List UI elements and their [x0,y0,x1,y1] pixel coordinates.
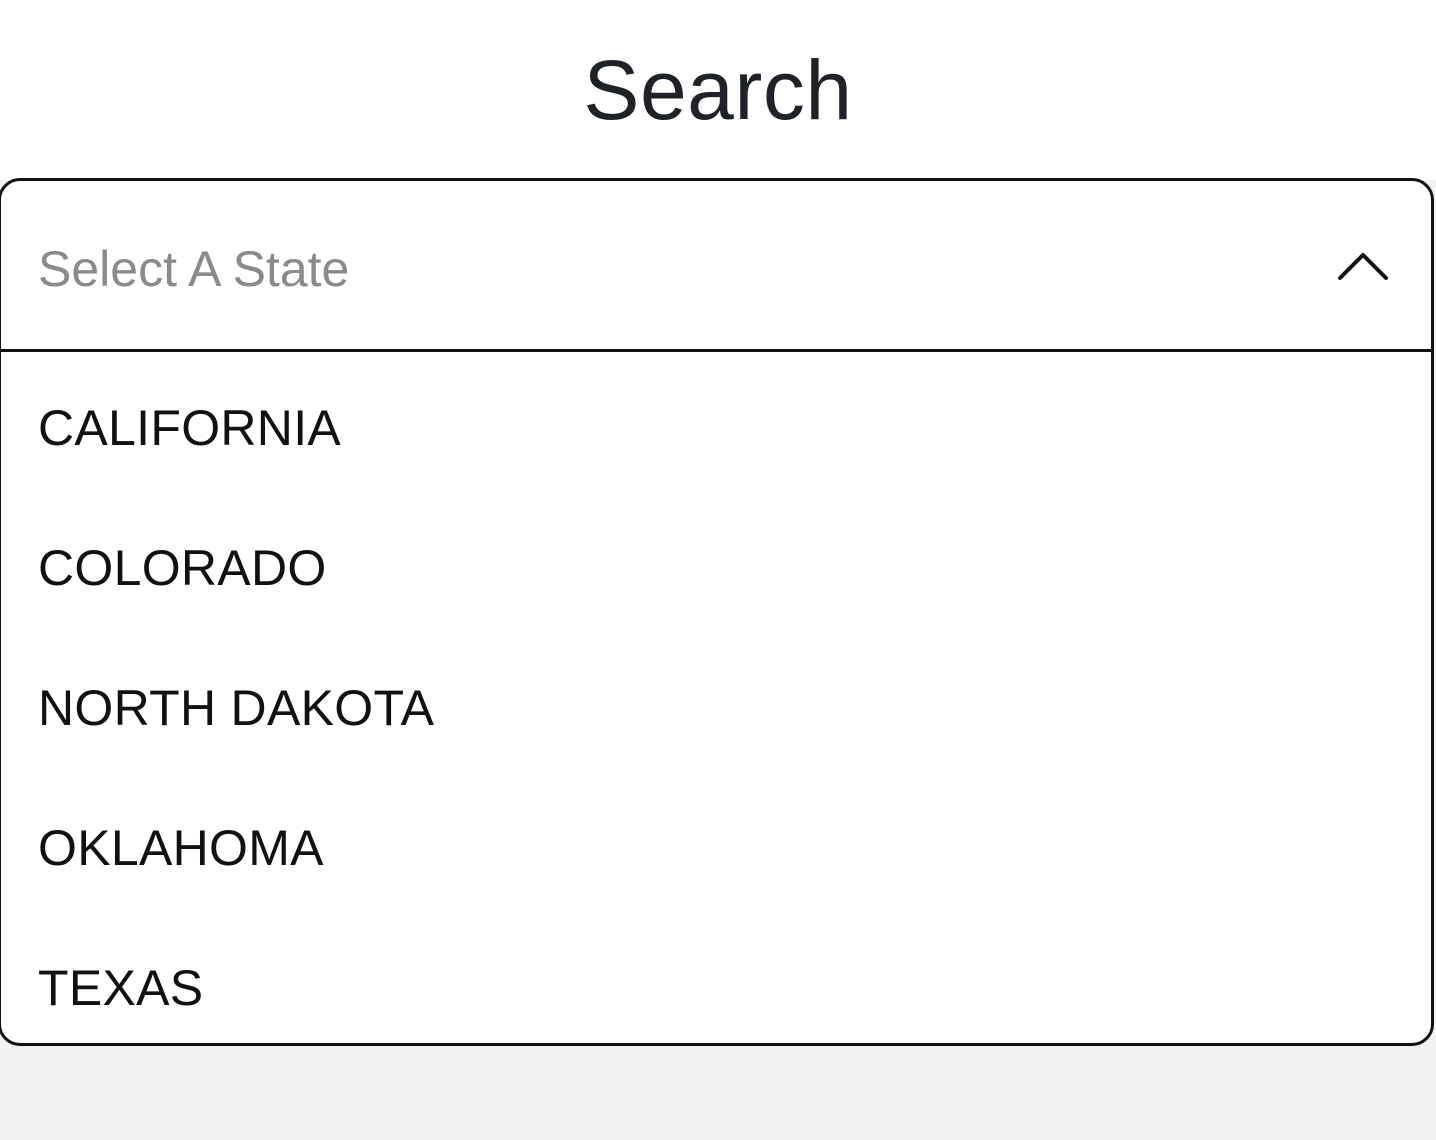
state-option-north-dakota[interactable]: NORTH DAKOTA [1,632,1431,772]
page-title: Search [583,43,853,137]
state-option-label: OKLAHOMA [38,820,324,876]
state-select-trigger[interactable]: Select A State [1,181,1431,352]
state-options-list: CALIFORNIA COLORADO NORTH DAKOTA OKLAHOM… [1,352,1431,1043]
state-option-label: CALIFORNIA [38,400,342,456]
state-option-colorado[interactable]: COLORADO [1,492,1431,632]
state-option-label: TEXAS [38,960,204,1016]
state-select-placeholder: Select A State [38,241,350,297]
state-dropdown: Select A State CALIFORNIA COLORADO NORTH… [0,178,1434,1046]
page-header: Search [0,0,1436,180]
state-option-texas[interactable]: TEXAS [1,912,1431,1043]
state-option-label: COLORADO [38,540,327,596]
chevron-up-icon[interactable] [1337,251,1389,281]
state-option-california[interactable]: CALIFORNIA [1,352,1431,492]
state-option-oklahoma[interactable]: OKLAHOMA [1,772,1431,912]
state-option-label: NORTH DAKOTA [38,680,435,736]
